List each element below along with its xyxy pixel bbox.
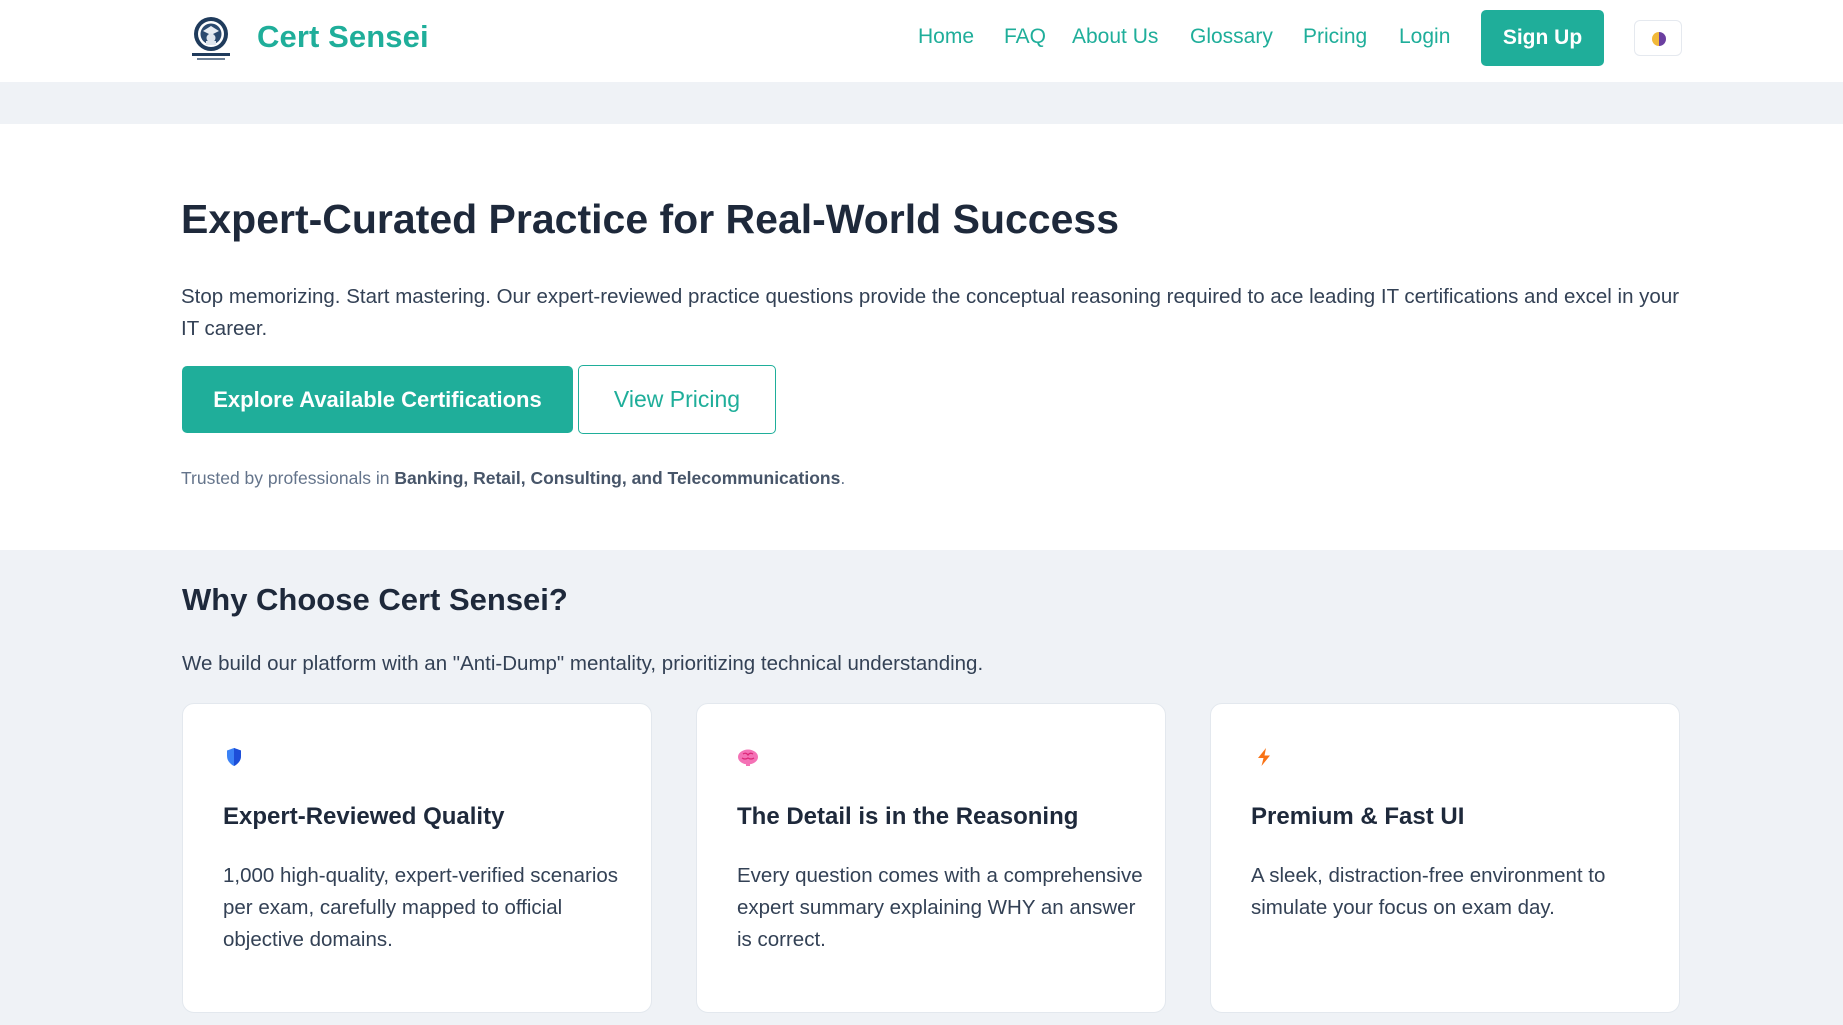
card-text: 1,000 high-quality, expert-verified scen… bbox=[223, 864, 619, 951]
why-section-title: Why Choose Cert Sensei? bbox=[182, 582, 568, 617]
feature-card-fast-ui: Premium & Fast UI A sleek, distraction-f… bbox=[1210, 703, 1680, 1013]
trusted-suffix: . bbox=[840, 468, 846, 488]
card-title: The Detail is in the Reasoning bbox=[737, 803, 1079, 830]
feature-card-reasoning: The Detail is in the Reasoning Every que… bbox=[696, 703, 1166, 1013]
hero-title: Expert-Curated Practice for Real-World S… bbox=[181, 196, 1119, 242]
why-section-subtitle: We build our platform with an "Anti-Dump… bbox=[182, 652, 984, 675]
site-header: Cert Sensei Home FAQ About Us Glossary P… bbox=[0, 0, 1843, 82]
trusted-prefix: Trusted by professionals in bbox=[181, 468, 395, 488]
theme-toggle-button[interactable] bbox=[1634, 20, 1682, 56]
card-title: Expert-Reviewed Quality bbox=[223, 803, 505, 830]
sign-up-button[interactable]: Sign Up bbox=[1481, 10, 1604, 66]
card-text: Every question comes with a comprehensiv… bbox=[737, 864, 1143, 951]
nav-about-us[interactable]: About Us bbox=[1072, 25, 1158, 49]
nav-login[interactable]: Login bbox=[1399, 25, 1450, 49]
view-pricing-button[interactable]: View Pricing bbox=[578, 365, 776, 434]
nav-glossary[interactable]: Glossary bbox=[1190, 25, 1273, 49]
hero-section: Expert-Curated Practice for Real-World S… bbox=[0, 124, 1843, 550]
trusted-industries: Banking, Retail, Consulting, and Telecom… bbox=[394, 468, 841, 488]
explore-certifications-button[interactable]: Explore Available Certifications bbox=[182, 366, 573, 433]
hero-description: Stop memorizing. Start mastering. Our ex… bbox=[181, 285, 1680, 340]
nav-pricing[interactable]: Pricing bbox=[1303, 25, 1367, 49]
lightning-icon bbox=[1258, 748, 1270, 766]
shield-icon bbox=[227, 748, 241, 766]
trusted-by-text: Trusted by professionals in Banking, Ret… bbox=[181, 468, 845, 489]
brain-icon bbox=[738, 749, 758, 766]
feature-card-expert-quality: Expert-Reviewed Quality 1,000 high-quali… bbox=[182, 703, 652, 1013]
main-nav: Home FAQ About Us Glossary Pricing Login… bbox=[0, 0, 1843, 82]
nav-faq[interactable]: FAQ bbox=[1004, 25, 1046, 49]
nav-home[interactable]: Home bbox=[918, 25, 974, 49]
card-title: Premium & Fast UI bbox=[1251, 803, 1465, 830]
card-text: A sleek, distraction-free environment to… bbox=[1251, 864, 1606, 919]
half-moon-icon bbox=[1652, 32, 1666, 46]
